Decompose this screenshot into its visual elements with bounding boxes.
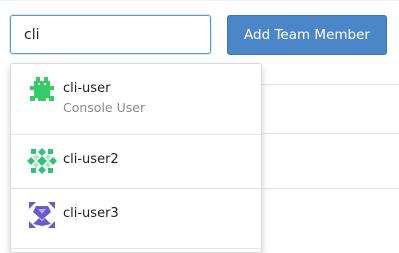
row-divider [262, 188, 399, 189]
suggestion-name: cli-user2 [63, 152, 119, 167]
member-search-input[interactable] [10, 15, 211, 54]
star-identicon-icon [27, 200, 57, 230]
suggestion-item-cli-user2[interactable]: cli-user2 [11, 135, 261, 189]
row-divider [262, 133, 399, 134]
suggestion-subtitle: Console User [63, 100, 146, 115]
suggestion-item-cli-user[interactable]: cli-user Console User [11, 64, 261, 135]
user-suggestions-dropdown: cli-user Console User cli-user2 cli-user… [10, 63, 262, 253]
diamond-identicon-icon [27, 146, 57, 176]
bug-identicon-icon [27, 75, 57, 105]
suggestion-item-cli-user3[interactable]: cli-user3 [11, 189, 261, 249]
add-team-member-label: Add Team Member [244, 27, 370, 43]
suggestion-name: cli-user [63, 81, 111, 96]
suggestion-name: cli-user3 [63, 206, 119, 221]
add-team-member-button[interactable]: Add Team Member [227, 15, 387, 55]
row-divider [262, 84, 399, 85]
page-divider [0, 0, 399, 1]
